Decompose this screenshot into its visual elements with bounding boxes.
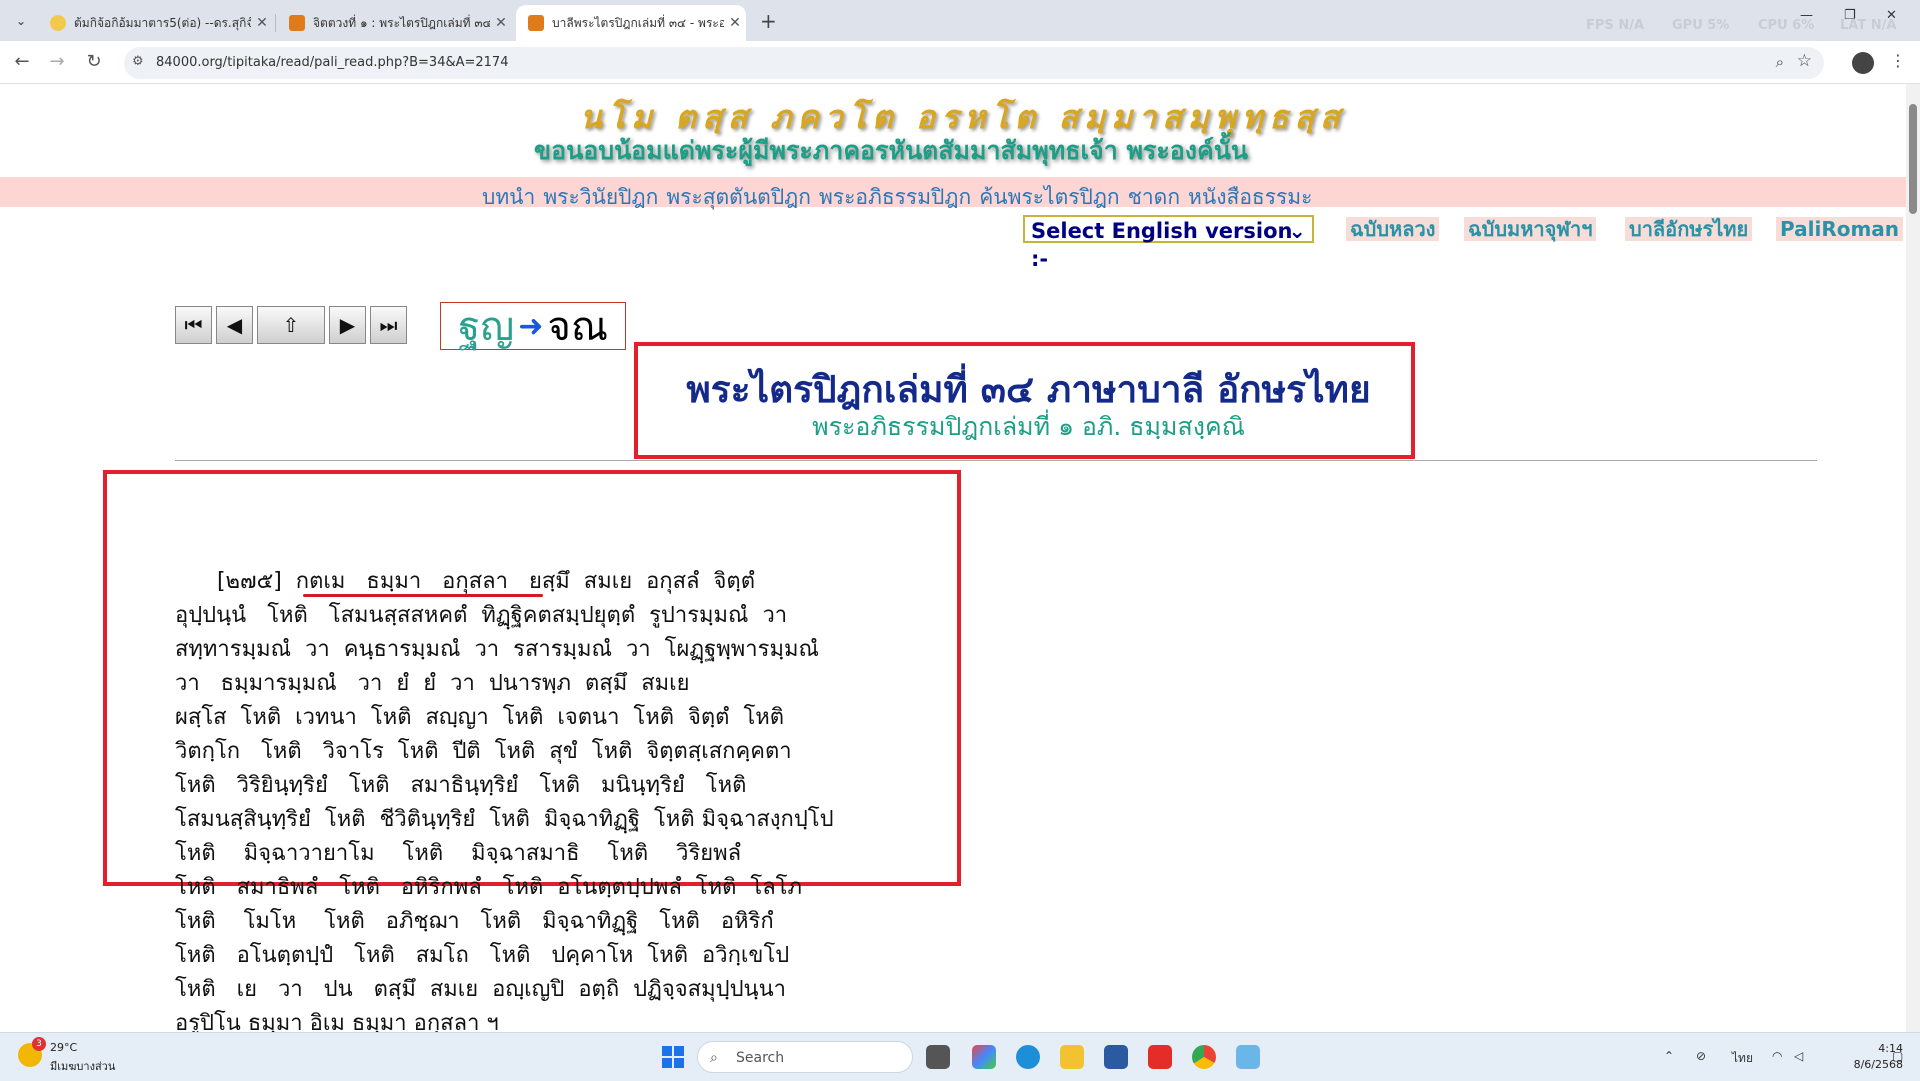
windows-taskbar: 3 29°C มีเมฆบางส่วน ⌕ Search ⌃ ⊘ ไทย ◠ ◁…	[0, 1032, 1920, 1081]
volume-icon[interactable]: ◁	[1794, 1049, 1803, 1063]
version-link-mahachula[interactable]: ฉบับมหาจุฬาฯ	[1464, 217, 1597, 241]
version-link-royal[interactable]: ฉบับหลวง	[1346, 217, 1440, 241]
close-window-icon[interactable]: ✕	[1886, 8, 1897, 23]
first-page-icon[interactable]: ⏮	[175, 306, 212, 344]
bookmark-star-icon[interactable]: ☆	[1797, 51, 1812, 71]
next-page-icon[interactable]: ▶	[329, 306, 366, 344]
version-link-pali-thai[interactable]: บาลีอักษรไทย	[1625, 217, 1753, 241]
emoji-favicon-icon	[50, 15, 66, 31]
text-line: ผสฺโส โหติ เวทนา โหติ สญฺญา โหติ เจตนา โ…	[175, 705, 785, 730]
tab-strip: ⌄ ต้มกิจ้อกิอ้มมาตาร5(ต่อ) --ดร.สุกิจ์ ✕…	[0, 0, 1920, 41]
gpu-readout: GPU 5%	[1672, 18, 1730, 33]
browser-tab-3[interactable]: บาลีพระไตรปิฎกเล่มที่ ๓๔ - พระอภิ ✕	[516, 5, 746, 41]
wifi-icon[interactable]: ◠	[1772, 1049, 1782, 1063]
text-line: โหติ อโนตฺตปฺปํ โหติ สมโถ โหติ ปคฺคาโห โ…	[175, 943, 790, 968]
menu-link-search[interactable]: ค้นพระไตรปิฎก	[979, 181, 1119, 214]
tray-chevron-icon[interactable]: ⌃	[1664, 1049, 1674, 1063]
english-version-select[interactable]: Select English version :- ⌄	[1023, 215, 1314, 271]
text-line: โหติ สมาธิพลํ โหติ อหิริกพลํ โหติ อโนตฺต…	[175, 875, 802, 900]
text-line: สทฺทารมฺมณํ วา คนฺธารมฺมณํ วา รสารมฺมณํ …	[175, 637, 819, 662]
text-line: อุปฺปนฺนํ โหติ โสมนสฺสสหคตํ ทิฏฺฐิคตสมฺป…	[175, 603, 788, 628]
browser-tab-1[interactable]: ต้มกิจ้อกิอ้มมาตาร5(ต่อ) --ดร.สุกิจ์ ✕	[38, 5, 273, 41]
search-icon: ⌕	[710, 1050, 718, 1066]
site-favicon-icon	[528, 15, 544, 31]
tab-search-icon[interactable]: ⌄	[10, 10, 32, 32]
divider	[175, 460, 1817, 461]
restore-icon[interactable]: ❐	[1844, 8, 1856, 23]
browser-toolbar: ← → ↻ ⚙ 84000.org/tipitaka/read/pali_rea…	[0, 41, 1920, 84]
browser-tab-2[interactable]: จิตตวงที่ ๑ : พระไตรปิฎกเล่มที่ ๓๔ ✕	[277, 5, 512, 41]
windows-start-icon[interactable]	[661, 1045, 685, 1069]
up-level-icon[interactable]: ⇧	[257, 306, 325, 344]
back-icon[interactable]: ←	[10, 51, 34, 72]
youtube-icon[interactable]	[1148, 1045, 1172, 1069]
text-line: อรูปิโน ธมฺมา อิเม ธมฺมา อกุสลา ฯ	[175, 1011, 499, 1032]
vertical-scrollbar[interactable]	[1906, 84, 1920, 1032]
input-language[interactable]: ไทย	[1732, 1049, 1753, 1068]
text-line: โหติ เย วา ปน ตสฺมึ สมเย อญฺเญปิ อตฺถิ ป…	[175, 977, 786, 1002]
text-line: โหติ โมโห โหติ อภิชฺฌา โหติ มิจฺฉาทิฏฺฐิ…	[175, 909, 774, 934]
weather-temp[interactable]: 29°C	[50, 1041, 77, 1054]
url-text[interactable]: 84000.org/tipitaka/read/pali_read.php?B=…	[156, 55, 508, 70]
copilot-icon[interactable]	[972, 1045, 996, 1069]
address-bar[interactable]: ⚙ 84000.org/tipitaka/read/pali_read.php?…	[124, 47, 1824, 79]
menu-link-jataka[interactable]: ชาดก	[1128, 181, 1180, 214]
menu-link-sutta[interactable]: พระสุตตันตปิฎก	[666, 181, 811, 214]
text-line: โหติ มิจฺฉาวายาโม โหติ มิจฺฉาสมาธิ โหติ …	[175, 841, 742, 866]
chevron-down-icon: ⌄	[1288, 219, 1306, 243]
text-line: วา ธมฺมารมฺมณํ วา ยํ ยํ วา ปนารพฺภ ตสฺมึ…	[175, 671, 690, 696]
task-view-icon[interactable]	[926, 1045, 950, 1069]
tab-divider	[275, 14, 276, 32]
file-explorer-icon[interactable]	[1060, 1045, 1084, 1069]
arrow-right-icon: ➜	[518, 308, 544, 344]
menu-link-abhidhamma[interactable]: พระอภิธรรมปิฎก	[819, 181, 971, 214]
close-tab-icon[interactable]: ✕	[251, 15, 273, 31]
new-tab-icon[interactable]: +	[760, 9, 777, 33]
weather-condition: มีเมฆบางส่วน	[50, 1060, 116, 1073]
menu-link-dhamma-books[interactable]: หนังสือธรรมะ	[1188, 181, 1312, 214]
menu-link-intro[interactable]: บทนำ	[482, 181, 535, 214]
reload-icon[interactable]: ↻	[82, 51, 106, 72]
taskbar-search-box[interactable]: ⌕ Search	[697, 1041, 913, 1073]
scrollbar-thumb[interactable]	[1909, 104, 1917, 214]
close-tab-icon[interactable]: ✕	[490, 15, 512, 31]
fps-readout: FPS N/A	[1586, 18, 1645, 33]
edge-icon[interactable]	[1016, 1045, 1040, 1069]
text-line: [๒๗๕] กตเม ธมฺมา อกุสลา ยสฺมึ สมเย อกุสล…	[175, 569, 755, 594]
text-line: วิตกฺโก โหติ วิจาโร โหติ ปีติ โหติ สุขํ …	[175, 739, 792, 764]
menu-kebab-icon[interactable]: ⋮	[1890, 51, 1906, 70]
menu-link-vinaya[interactable]: พระวินัยปิฎก	[543, 181, 658, 214]
tab-title: จิตตวงที่ ๑ : พระไตรปิฎกเล่มที่ ๓๔	[313, 15, 490, 30]
text-line: โสมนสฺสินฺทฺริยํ โหติ ชีวิตินฺทฺริยํ โหต…	[175, 807, 834, 832]
chrome-icon[interactable]	[1192, 1045, 1216, 1069]
zoom-icon[interactable]: ⌕	[1776, 53, 1784, 71]
notifications-icon[interactable]: ▢	[1892, 1049, 1903, 1063]
main-menu: บทนำ พระวินัยปิฎก พระสุตตันตปิฎก พระอภิธ…	[482, 181, 1312, 214]
thai-homage-header: ขอนอบน้อมแด่พระผู้มีพระภาคอรหันตสัมมาสัม…	[534, 136, 1248, 165]
text-line: โหติ วิริยินฺทฺริยํ โหติ สมาธินฺทฺริยํ โ…	[175, 773, 747, 798]
previous-page-icon[interactable]: ◀	[216, 306, 253, 344]
minimize-icon[interactable]: —	[1800, 8, 1813, 23]
network-off-icon[interactable]: ⊘	[1696, 1049, 1706, 1063]
site-favicon-icon	[289, 15, 305, 31]
character-convert-button[interactable]: ฐญ ➜ จณ	[440, 302, 626, 350]
profile-avatar[interactable]	[1852, 52, 1874, 74]
tab-title: บาลีพระไตรปิฎกเล่มที่ ๓๔ - พระอภิ	[552, 15, 724, 30]
version-link-pali-roman[interactable]: PaliRoman	[1776, 217, 1904, 241]
tab-title: ต้มกิจ้อกิอ้มมาตาร5(ต่อ) --ดร.สุกิจ์	[74, 15, 251, 30]
red-underline	[303, 594, 543, 597]
site-info-icon[interactable]: ⚙	[132, 54, 144, 69]
web-page: นโม ตสฺส ภควโต อรหโต สมฺมาสมฺพุทฺธสฺส ขอ…	[0, 84, 1906, 1032]
last-page-icon[interactable]: ⏭	[370, 306, 407, 344]
title-highlight-box: พระไตรปิฎกเล่มที่ ๓๔ ภาษาบาลี อักษรไทย พ…	[634, 342, 1415, 459]
close-tab-icon[interactable]: ✕	[724, 15, 746, 31]
app-icon[interactable]	[1236, 1045, 1260, 1069]
store-icon[interactable]	[1104, 1045, 1128, 1069]
forward-icon[interactable]: →	[45, 51, 69, 72]
page-nav-buttons: ⏮ ◀ ⇧ ▶ ⏭	[175, 306, 407, 344]
page-subtitle: พระอภิธรรมปิฎกเล่มที่ ๑ อภิ. ธมฺมสงฺคณิ	[812, 412, 1245, 441]
notification-badge: 3	[32, 1037, 46, 1051]
